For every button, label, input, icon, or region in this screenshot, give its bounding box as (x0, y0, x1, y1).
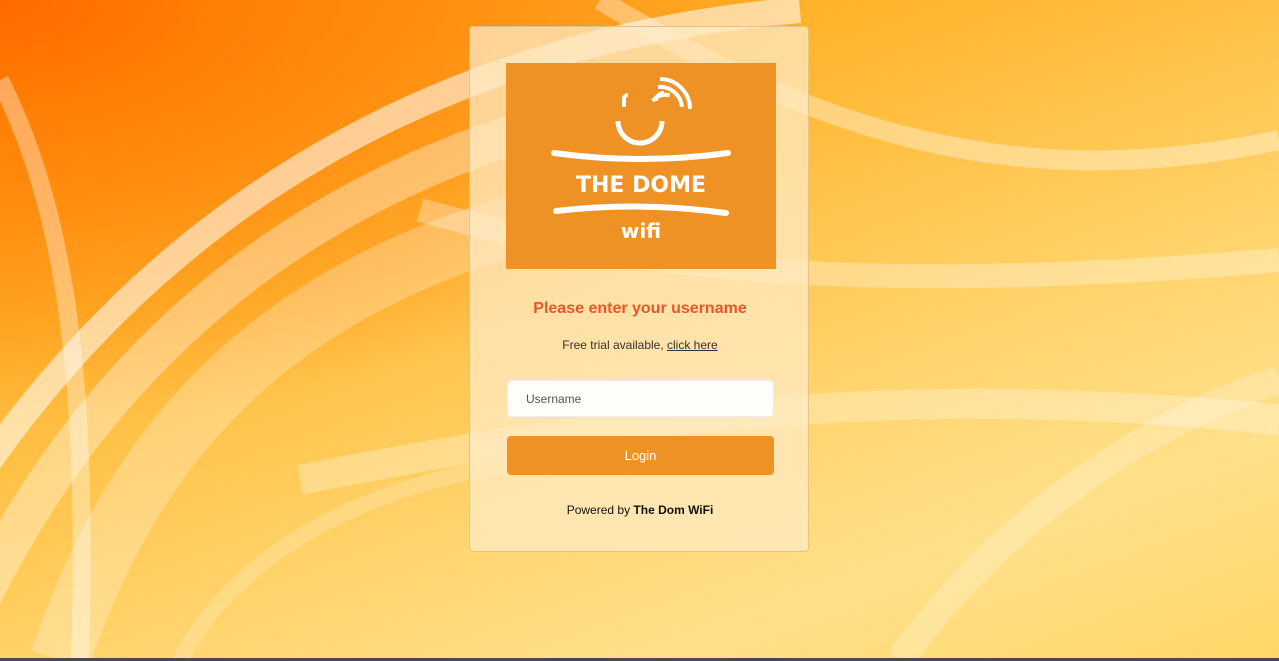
smile-wifi-icon: THE DOME wifi (551, 77, 731, 243)
free-trial-link[interactable]: click here (667, 338, 718, 352)
login-heading: Please enter your username (533, 300, 747, 317)
powered-prefix: Powered by (566, 503, 634, 517)
powered-by: Powered by The Dom WiFi (470, 503, 810, 517)
free-trial-text: Free trial available, (562, 338, 668, 352)
powered-brand: The Dom WiFi (633, 503, 714, 517)
free-trial-notice: Free trial available, click here (470, 338, 810, 352)
logo-sub-text: wifi (621, 219, 661, 243)
the-dome-wifi-logo: THE DOME wifi (506, 63, 776, 269)
login-card: THE DOME wifi Please enter your username… (469, 26, 809, 552)
login-button[interactable]: Login (507, 436, 774, 475)
logo-brand-text: THE DOME (576, 173, 706, 198)
username-input[interactable] (507, 380, 774, 417)
